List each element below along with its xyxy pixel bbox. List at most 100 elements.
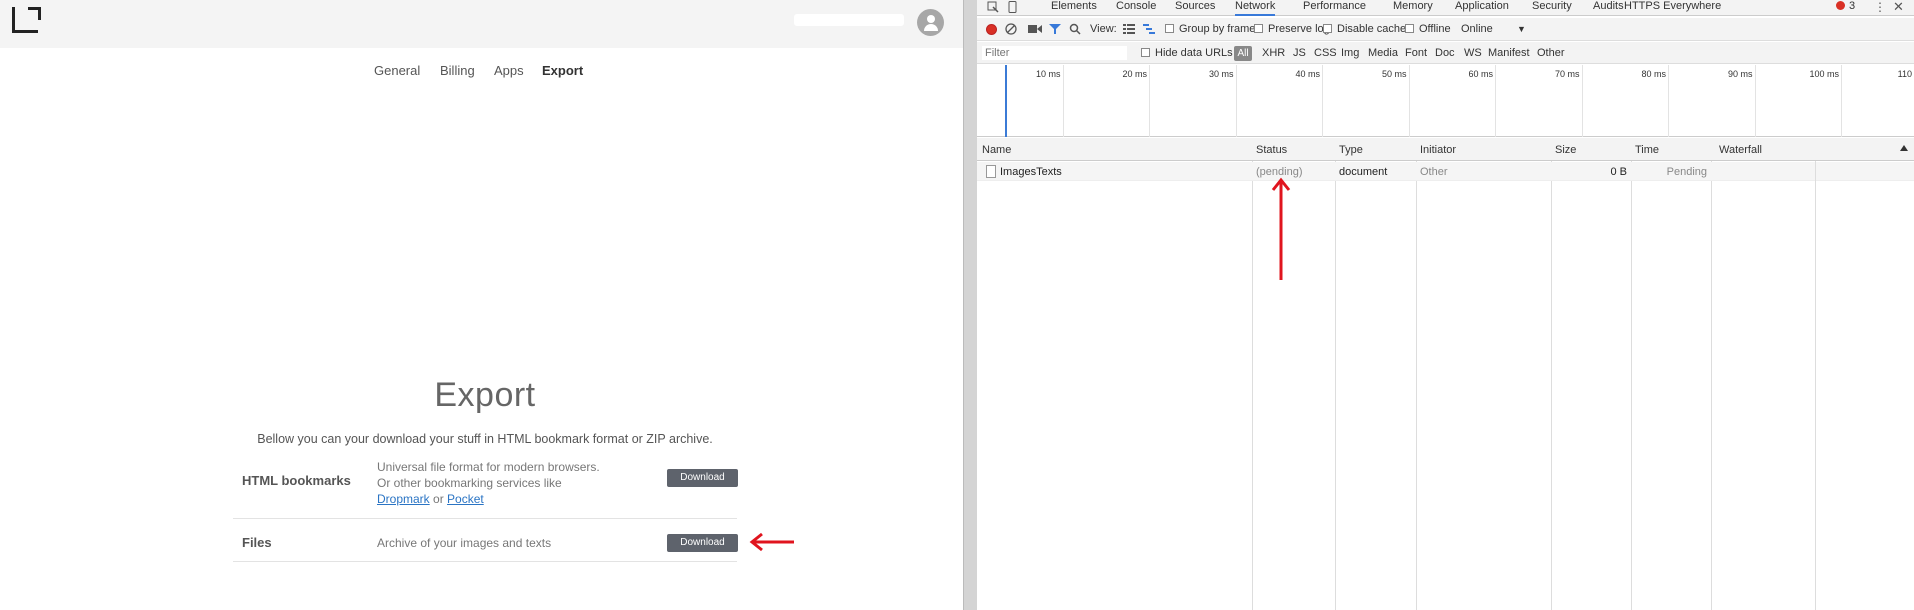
tab-audits[interactable]: Audits (1593, 0, 1624, 16)
preserve-log-label: Preserve log (1268, 23, 1330, 35)
row-label: HTML bookmarks (242, 473, 351, 488)
filter-type-css[interactable]: CSS (1314, 47, 1337, 59)
tab-sources[interactable]: Sources (1175, 0, 1215, 16)
network-request-grid: Name Status Type Initiator Size Time Wat… (977, 138, 1914, 610)
column-header-name[interactable]: Name (982, 144, 1011, 156)
desc-line-1: Universal file format for modern browser… (377, 460, 600, 474)
column-header-type[interactable]: Type (1339, 144, 1363, 156)
export-description: Bellow you can your download your stuff … (257, 432, 713, 446)
timeline-marker (1005, 65, 1007, 137)
filter-type-manifest[interactable]: Manifest (1488, 47, 1530, 59)
column-divider (1252, 138, 1253, 610)
group-by-frame-label: Group by frame (1179, 23, 1256, 35)
hide-data-urls-label: Hide data URLs (1155, 47, 1233, 59)
waterfall-view-icon[interactable] (1143, 24, 1155, 34)
nav-billing[interactable]: Billing (440, 63, 475, 78)
large-rows-icon[interactable] (1123, 24, 1135, 34)
disable-cache-label: Disable cache (1337, 23, 1407, 35)
user-name-redacted (794, 14, 904, 26)
or-text: or (433, 492, 444, 506)
clear-icon[interactable] (1005, 23, 1017, 35)
export-row-files: Files Archive of your images and texts D… (233, 520, 738, 562)
filter-icon[interactable] (1049, 23, 1061, 35)
record-icon[interactable] (986, 24, 997, 35)
filter-type-other[interactable]: Other (1537, 47, 1565, 59)
tab-console[interactable]: Console (1116, 0, 1156, 16)
pocket-link[interactable]: Pocket (447, 492, 484, 506)
network-filterbar: Hide data URLs All XHR JS CSS Img Media … (977, 42, 1914, 64)
network-toolbar: View: Group by frame Preserve log Disabl… (977, 18, 1914, 41)
column-header-initiator[interactable]: Initiator (1420, 144, 1456, 156)
tab-network[interactable]: Network (1235, 0, 1276, 16)
document-icon (986, 165, 996, 178)
device-toolbar-icon[interactable] (1007, 1, 1019, 13)
download-html-bookmarks-button[interactable]: Download (667, 469, 738, 487)
column-header-status[interactable]: Status (1256, 144, 1287, 156)
filter-type-ws[interactable]: WS (1464, 47, 1482, 59)
request-type: document (1339, 166, 1388, 178)
filter-type-xhr[interactable]: XHR (1262, 47, 1285, 59)
tab-application[interactable]: Application (1455, 0, 1509, 16)
offline-checkbox[interactable] (1405, 24, 1414, 33)
request-name[interactable]: ImagesTexts (1000, 166, 1062, 178)
filter-type-font[interactable]: Font (1405, 47, 1427, 59)
desc-line-2: Or other bookmarking services like (377, 476, 562, 490)
close-devtools-icon[interactable]: ✕ (1893, 0, 1904, 15)
app-logo-icon[interactable] (12, 7, 41, 33)
tab-elements[interactable]: Elements (1051, 0, 1097, 16)
tab-memory[interactable]: Memory (1393, 0, 1433, 16)
more-options-icon[interactable]: ⋮ (1874, 0, 1886, 14)
row-description: Universal file format for modern browser… (377, 459, 600, 507)
disable-cache-checkbox[interactable] (1323, 24, 1332, 33)
download-files-button[interactable]: Download (667, 534, 738, 552)
grid-header: Name Status Type Initiator Size Time Wat… (977, 138, 1914, 161)
timeline-gridline (977, 65, 1914, 137)
column-divider (1711, 138, 1712, 610)
nav-apps[interactable]: Apps (494, 63, 524, 78)
user-avatar-icon[interactable] (917, 9, 944, 36)
filter-type-all[interactable]: All (1234, 46, 1252, 61)
inspect-element-icon[interactable] (987, 1, 999, 13)
nav-general[interactable]: General (374, 63, 420, 78)
group-by-frame-checkbox[interactable] (1165, 24, 1174, 33)
row-label: Files (242, 535, 272, 550)
desc-links: Dropmark or Pocket (377, 491, 600, 507)
tab-security[interactable]: Security (1532, 0, 1572, 16)
filter-type-js[interactable]: JS (1293, 47, 1306, 59)
filter-type-media[interactable]: Media (1368, 47, 1398, 59)
throttling-dropdown-icon[interactable]: ▼ (1517, 24, 1526, 34)
column-header-time[interactable]: Time (1635, 144, 1659, 156)
row-description: Archive of your images and texts (377, 536, 552, 550)
hide-data-urls-checkbox[interactable] (1141, 48, 1150, 57)
screen: General Billing Apps Export Export Bello… (0, 0, 1914, 610)
sort-ascending-icon[interactable] (1900, 145, 1908, 151)
filter-input[interactable] (982, 46, 1127, 60)
devtools-panel: Elements Console Sources Network Perform… (977, 0, 1914, 610)
column-divider (1631, 138, 1632, 610)
page-title: Export (434, 376, 536, 414)
dropmark-link[interactable]: Dropmark (377, 492, 430, 506)
timeline-tick-label: 110 (1897, 69, 1912, 79)
error-counter[interactable]: 3 (1837, 0, 1855, 12)
preserve-log-checkbox[interactable] (1254, 24, 1263, 33)
column-divider (1815, 138, 1816, 610)
search-icon[interactable] (1069, 23, 1081, 35)
request-size: 0 B (1610, 166, 1627, 178)
app-pane: General Billing Apps Export Export Bello… (0, 0, 963, 610)
filter-type-img[interactable]: Img (1341, 47, 1359, 59)
annotation-arrow-up-icon (1271, 177, 1291, 280)
network-overview-timeline[interactable]: 10 ms 20 ms 30 ms 40 ms 50 ms 60 ms 70 ms 80 ms… (977, 65, 1914, 137)
column-header-waterfall[interactable]: Waterfall (1719, 144, 1762, 156)
request-time: Pending (1666, 166, 1707, 178)
tab-performance[interactable]: Performance (1303, 0, 1366, 16)
table-row[interactable]: ImagesTexts (pending) document Other 0 B… (977, 162, 1914, 181)
app-header (0, 0, 963, 48)
nav-export[interactable]: Export (542, 63, 583, 78)
pane-divider[interactable] (963, 0, 977, 610)
filter-type-doc[interactable]: Doc (1435, 47, 1455, 59)
throttling-select[interactable]: Online (1461, 23, 1493, 35)
tab-https-everywhere[interactable]: HTTPS Everywhere (1624, 0, 1721, 16)
column-divider (1551, 138, 1552, 610)
screenshot-camera-icon[interactable] (1028, 24, 1042, 34)
column-header-size[interactable]: Size (1555, 144, 1576, 156)
